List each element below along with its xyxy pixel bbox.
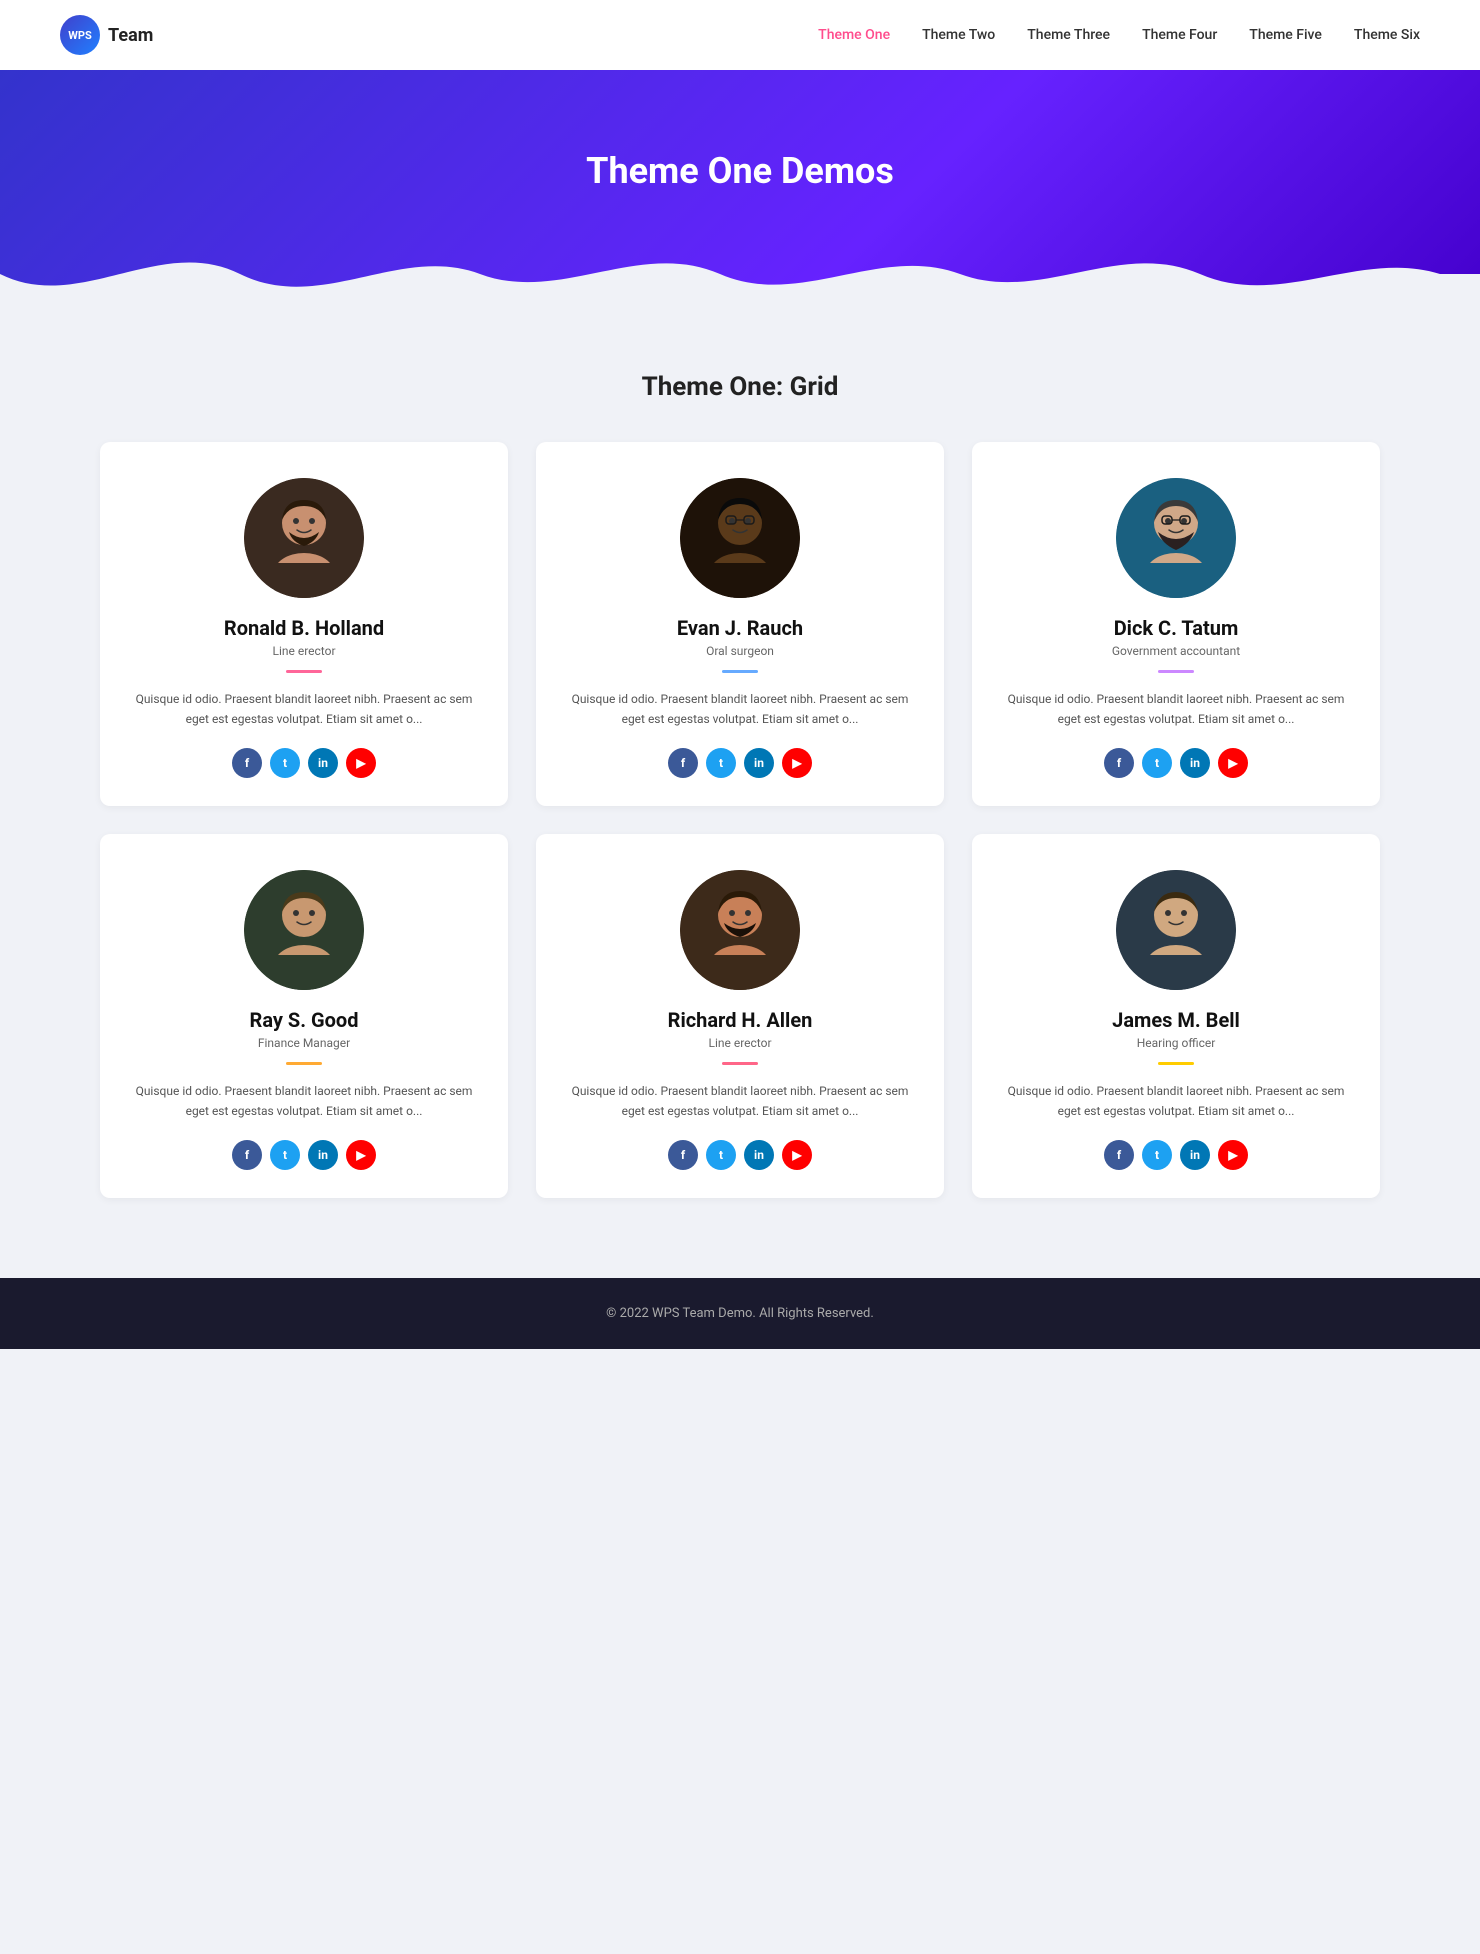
team-card: Ray S. Good Finance Manager Quisque id o… — [100, 834, 508, 1198]
facebook-btn[interactable]: f — [232, 1140, 262, 1170]
nav-theme-two[interactable]: Theme Two — [922, 27, 995, 43]
nav-theme-six[interactable]: Theme Six — [1354, 27, 1420, 43]
avatar-image — [680, 870, 800, 990]
member-role: Hearing officer — [996, 1036, 1356, 1050]
avatar — [1116, 870, 1236, 990]
member-bio: Quisque id odio. Praesent blandit laoree… — [124, 1081, 484, 1122]
avatar-image — [244, 478, 364, 598]
twitter-btn[interactable]: t — [1142, 748, 1172, 778]
hero-section: Theme One Demos — [0, 70, 1480, 312]
card-divider — [286, 1062, 322, 1065]
social-links: f t in ▶ — [124, 748, 484, 778]
nav-theme-one[interactable]: Theme One — [818, 27, 890, 43]
twitter-btn[interactable]: t — [270, 1140, 300, 1170]
card-divider — [1158, 670, 1194, 673]
linkedin-btn[interactable]: in — [308, 748, 338, 778]
card-divider — [722, 670, 758, 673]
card-divider — [722, 1062, 758, 1065]
youtube-btn[interactable]: ▶ — [1218, 748, 1248, 778]
team-card: Ronald B. Holland Line erector Quisque i… — [100, 442, 508, 806]
member-role: Line erector — [560, 1036, 920, 1050]
twitter-btn[interactable]: t — [706, 1140, 736, 1170]
social-links: f t in ▶ — [124, 1140, 484, 1170]
team-grid: Ronald B. Holland Line erector Quisque i… — [100, 442, 1380, 1198]
brand-name: Team — [108, 25, 153, 46]
avatar — [680, 478, 800, 598]
nav-theme-three[interactable]: Theme Three — [1027, 27, 1110, 43]
avatar-image — [1116, 870, 1236, 990]
member-bio: Quisque id odio. Praesent blandit laoree… — [124, 689, 484, 730]
member-name: Evan J. Rauch — [560, 616, 920, 640]
linkedin-btn[interactable]: in — [744, 748, 774, 778]
avatar — [244, 870, 364, 990]
avatar-image — [680, 478, 800, 598]
linkedin-btn[interactable]: in — [744, 1140, 774, 1170]
main-content: Theme One: Grid Ronald B. Hollan — [0, 312, 1480, 1278]
member-bio: Quisque id odio. Praesent blandit laoree… — [560, 689, 920, 730]
avatar — [680, 870, 800, 990]
member-name: Ray S. Good — [124, 1008, 484, 1032]
logo: WPS Team — [60, 15, 153, 55]
youtube-btn[interactable]: ▶ — [1218, 1140, 1248, 1170]
logo-icon: WPS — [60, 15, 100, 55]
wave-decoration — [0, 234, 1480, 312]
avatar-image — [244, 870, 364, 990]
member-role: Oral surgeon — [560, 644, 920, 658]
team-card: Richard H. Allen Line erector Quisque id… — [536, 834, 944, 1198]
navbar: WPS Team Theme One Theme Two Theme Three… — [0, 0, 1480, 70]
linkedin-btn[interactable]: in — [1180, 748, 1210, 778]
team-card: Dick C. Tatum Government accountant Quis… — [972, 442, 1380, 806]
member-role: Government accountant — [996, 644, 1356, 658]
member-name: Richard H. Allen — [560, 1008, 920, 1032]
member-name: James M. Bell — [996, 1008, 1356, 1032]
member-bio: Quisque id odio. Praesent blandit laoree… — [560, 1081, 920, 1122]
nav-theme-four[interactable]: Theme Four — [1142, 27, 1217, 43]
facebook-btn[interactable]: f — [232, 748, 262, 778]
footer: © 2022 WPS Team Demo. All Rights Reserve… — [0, 1278, 1480, 1349]
social-links: f t in ▶ — [560, 748, 920, 778]
youtube-btn[interactable]: ▶ — [782, 748, 812, 778]
member-role: Finance Manager — [124, 1036, 484, 1050]
twitter-btn[interactable]: t — [270, 748, 300, 778]
social-links: f t in ▶ — [560, 1140, 920, 1170]
youtube-btn[interactable]: ▶ — [346, 748, 376, 778]
member-name: Dick C. Tatum — [996, 616, 1356, 640]
avatar-image — [1116, 478, 1236, 598]
member-bio: Quisque id odio. Praesent blandit laoree… — [996, 689, 1356, 730]
facebook-btn[interactable]: f — [668, 1140, 698, 1170]
team-card: James M. Bell Hearing officer Quisque id… — [972, 834, 1380, 1198]
social-links: f t in ▶ — [996, 748, 1356, 778]
avatar — [244, 478, 364, 598]
linkedin-btn[interactable]: in — [1180, 1140, 1210, 1170]
card-divider — [286, 670, 322, 673]
card-divider — [1158, 1062, 1194, 1065]
social-links: f t in ▶ — [996, 1140, 1356, 1170]
avatar — [1116, 478, 1236, 598]
nav-links: Theme One Theme Two Theme Three Theme Fo… — [818, 27, 1420, 43]
youtube-btn[interactable]: ▶ — [346, 1140, 376, 1170]
twitter-btn[interactable]: t — [1142, 1140, 1172, 1170]
facebook-btn[interactable]: f — [668, 748, 698, 778]
footer-text: © 2022 WPS Team Demo. All Rights Reserve… — [606, 1306, 874, 1321]
team-card: Evan J. Rauch Oral surgeon Quisque id od… — [536, 442, 944, 806]
hero-title: Theme One Demos — [60, 150, 1420, 192]
member-name: Ronald B. Holland — [124, 616, 484, 640]
youtube-btn[interactable]: ▶ — [782, 1140, 812, 1170]
facebook-btn[interactable]: f — [1104, 1140, 1134, 1170]
member-bio: Quisque id odio. Praesent blandit laoree… — [996, 1081, 1356, 1122]
nav-theme-five[interactable]: Theme Five — [1249, 27, 1322, 43]
member-role: Line erector — [124, 644, 484, 658]
linkedin-btn[interactable]: in — [308, 1140, 338, 1170]
facebook-btn[interactable]: f — [1104, 748, 1134, 778]
section-title: Theme One: Grid — [100, 372, 1380, 402]
twitter-btn[interactable]: t — [706, 748, 736, 778]
